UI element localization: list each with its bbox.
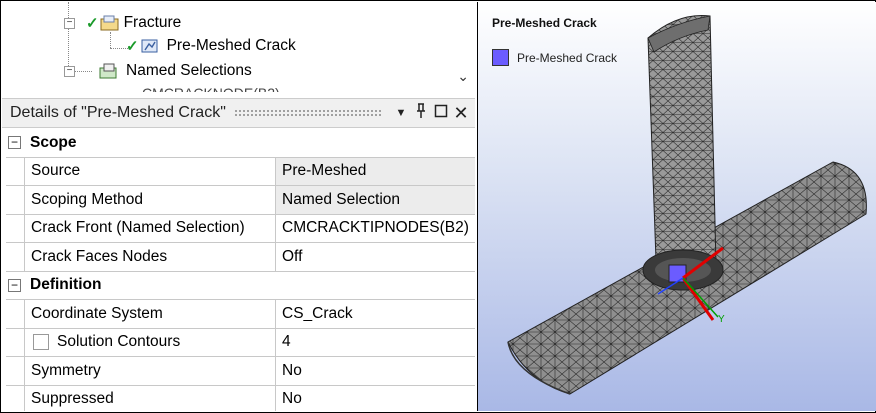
pin-icon[interactable] xyxy=(411,103,431,123)
legend: Pre-Meshed Crack xyxy=(492,49,617,66)
property-name: Coordinate System xyxy=(24,300,276,328)
collapse-icon[interactable]: − xyxy=(8,136,21,149)
section-header-definition[interactable]: − Definition xyxy=(6,272,475,300)
collapse-icon[interactable]: − xyxy=(64,18,75,29)
property-name: Solution Contours xyxy=(24,328,276,356)
property-row[interactable]: Crack Front (Named Selection) CMCRACKTIP… xyxy=(6,214,475,243)
property-value[interactable]: No xyxy=(276,386,475,412)
chevron-down-icon[interactable]: ⌄ xyxy=(457,68,469,85)
maximize-icon[interactable] xyxy=(431,104,451,122)
tree-item-label: Named Selections xyxy=(126,62,252,79)
left-panel: − ✓ Fracture ✓ Pre-Meshed Crack − Named … xyxy=(2,2,475,411)
tree-item-label: Fracture xyxy=(123,14,182,31)
property-value[interactable]: No xyxy=(276,357,475,385)
tree-item-cmcracknode[interactable]: CMCRACKNODE(B2) xyxy=(142,82,280,92)
collapse-icon[interactable]: − xyxy=(64,66,75,77)
property-name: Crack Front (Named Selection) xyxy=(24,214,276,242)
property-row[interactable]: Coordinate System CS_Crack xyxy=(6,300,475,329)
outline-tree[interactable]: − ✓ Fracture ✓ Pre-Meshed Crack − Named … xyxy=(2,2,475,94)
tree-item-pre-meshed-crack[interactable]: ✓ Pre-Meshed Crack xyxy=(126,35,299,57)
collapse-icon[interactable]: − xyxy=(8,278,21,292)
property-value[interactable]: CMCRACKTIPNODES(B2) xyxy=(276,215,475,243)
property-row[interactable]: Scoping Method Named Selection xyxy=(6,186,475,215)
tree-item-fracture[interactable]: ✓ Fracture xyxy=(86,12,181,34)
property-value[interactable]: 4 xyxy=(276,329,475,357)
legend-swatch xyxy=(492,49,509,66)
tree-line xyxy=(110,32,111,48)
property-value[interactable]: Named Selection xyxy=(276,186,475,214)
property-name: Source xyxy=(24,157,276,185)
tree-line xyxy=(72,71,92,72)
property-value[interactable]: Off xyxy=(276,243,475,271)
property-name: Symmetry xyxy=(24,357,276,385)
graphics-viewport[interactable]: Y Pre-Meshed Crack Pre-Meshed Crack xyxy=(477,2,876,411)
details-title: Details of "Pre-Meshed Crack" xyxy=(10,104,226,121)
details-grid: − Scope Source Pre-Meshed Scoping Method… xyxy=(6,129,475,411)
window-frame: − ✓ Fracture ✓ Pre-Meshed Crack − Named … xyxy=(0,0,876,413)
axis-y-label: Y xyxy=(718,314,725,325)
close-icon[interactable]: ✕ xyxy=(451,103,471,124)
property-name: Scoping Method xyxy=(24,186,276,214)
tree-item-named-selections[interactable]: Named Selections xyxy=(98,60,252,82)
vertical-pipe xyxy=(647,14,717,269)
dropdown-arrow-icon[interactable]: ▼ xyxy=(391,107,411,119)
drag-grip[interactable] xyxy=(233,109,383,117)
details-title-bar[interactable]: Details of "Pre-Meshed Crack" ▼ ✕ xyxy=(2,98,475,128)
property-name: Suppressed xyxy=(24,385,276,411)
property-row[interactable]: Source Pre-Meshed xyxy=(6,157,475,186)
named-selection-icon xyxy=(99,63,117,79)
section-header-scope[interactable]: − Scope xyxy=(6,129,475,158)
property-row[interactable]: Solution Contours 4 xyxy=(6,328,475,357)
property-name: Crack Faces Nodes xyxy=(24,243,276,271)
property-row[interactable]: Suppressed No xyxy=(6,385,475,412)
legend-label: Pre-Meshed Crack xyxy=(517,50,618,65)
check-icon: ✓ xyxy=(126,38,139,55)
property-row[interactable]: Symmetry No xyxy=(6,357,475,386)
viewport-title: Pre-Meshed Crack xyxy=(492,16,597,30)
check-icon: ✓ xyxy=(86,15,99,32)
crack-icon xyxy=(141,39,158,53)
tree-line xyxy=(68,2,69,72)
folder-icon xyxy=(100,15,119,31)
property-row[interactable]: Crack Faces Nodes Off xyxy=(6,243,475,272)
parameter-checkbox[interactable] xyxy=(33,334,49,351)
property-value[interactable]: CS_Crack xyxy=(276,300,475,328)
tree-item-label: Pre-Meshed Crack xyxy=(163,37,299,55)
property-value[interactable]: Pre-Meshed xyxy=(276,157,475,185)
